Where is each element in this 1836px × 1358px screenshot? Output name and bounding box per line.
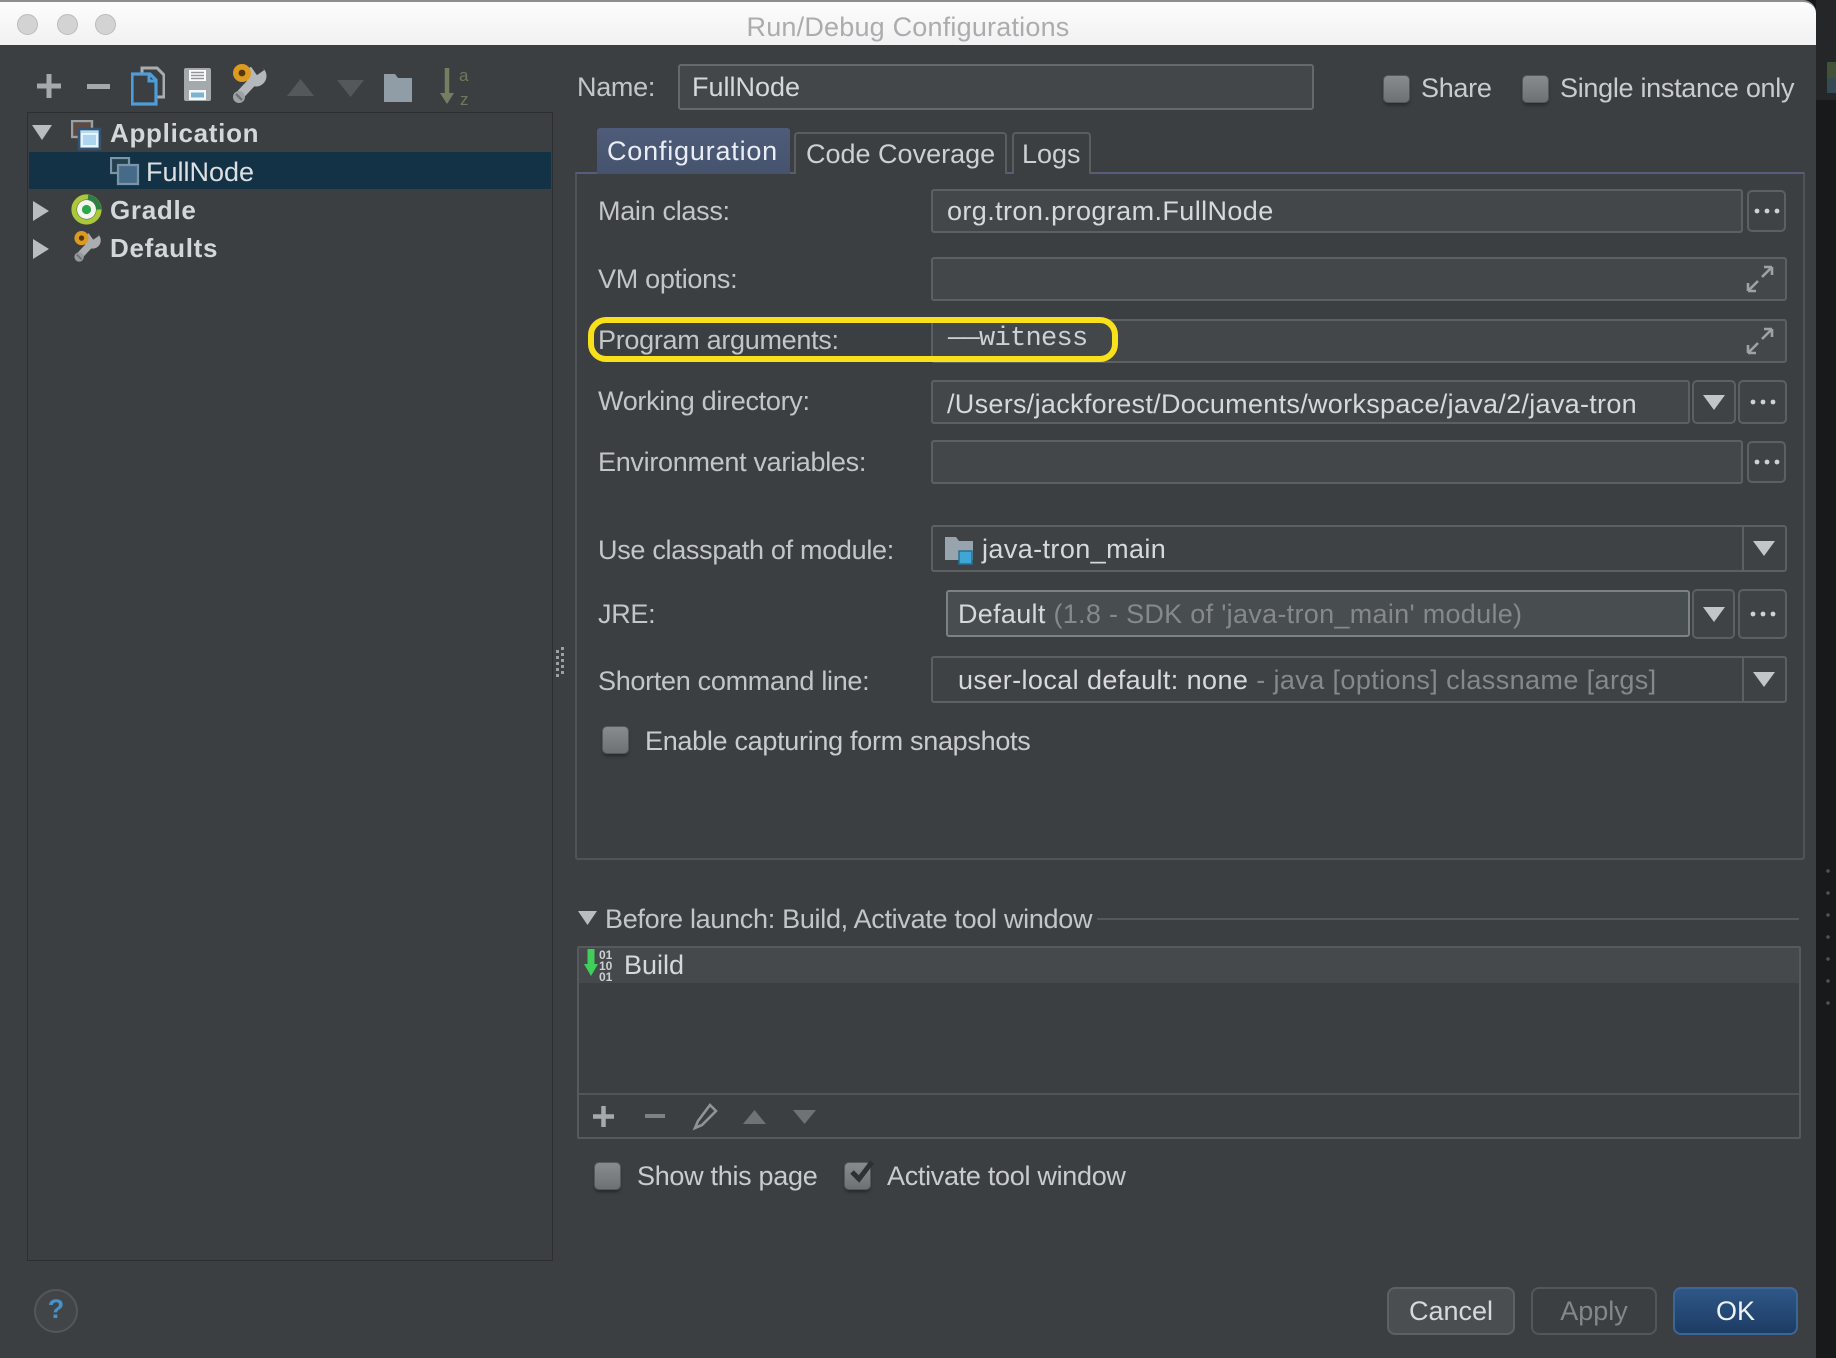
svg-text:z: z xyxy=(460,90,469,106)
svg-text:01: 01 xyxy=(599,970,613,981)
svg-text:a: a xyxy=(459,66,469,85)
